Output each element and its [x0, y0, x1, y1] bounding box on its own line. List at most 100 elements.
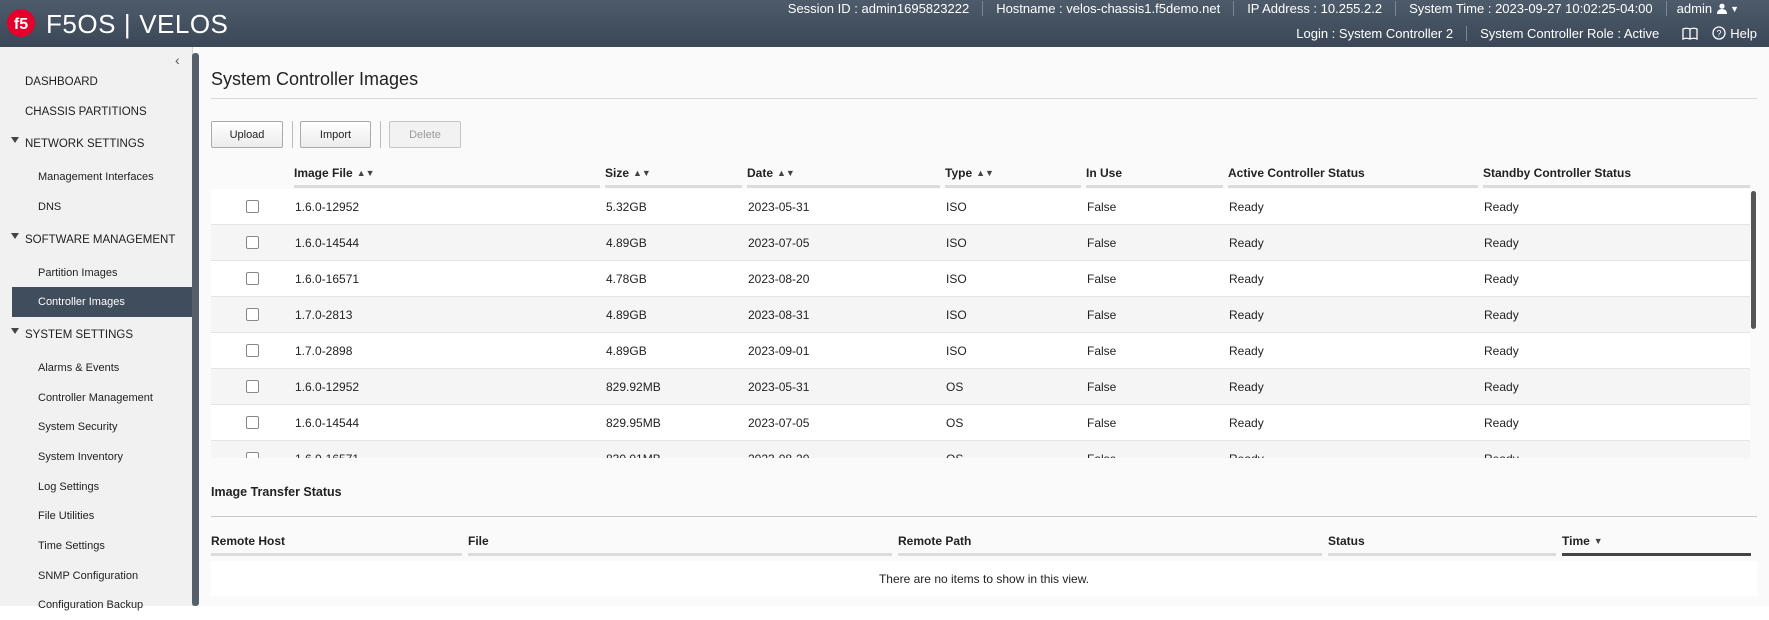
sidebar-item-time-settings[interactable]: Time Settings [0, 531, 192, 561]
header-status-row: Login : System Controller 2 System Contr… [1283, 22, 1769, 44]
column-header-standby-status: Standby Controller Status [1483, 158, 1755, 188]
column-header-type[interactable]: Type ▲▼ [945, 158, 1086, 188]
product-brand: F5OS | VELOS [46, 9, 228, 40]
brand-separator: | [123, 9, 132, 39]
sidebar-section-system-settings[interactable]: SYSTEM SETTINGS [0, 317, 192, 353]
help-link[interactable]: ? Help [1708, 26, 1769, 41]
sidebar-item-controller-management[interactable]: Controller Management [0, 383, 192, 413]
sidebar-item-system-security[interactable]: System Security [0, 413, 192, 443]
sidebar-item-chassis-partitions[interactable]: CHASSIS PARTITIONS [0, 97, 192, 127]
sidebar-item-label: Controller Management [38, 391, 153, 404]
sidebar-item-system-inventory[interactable]: System Inventory [0, 442, 192, 472]
cell-in-use: False [1087, 379, 1117, 394]
user-icon [1717, 3, 1728, 14]
cell-in-use: False [1087, 441, 1116, 459]
sidebar-item-label: Partition Images [38, 266, 118, 279]
row-checkbox[interactable] [246, 452, 259, 458]
column-header-in-use: In Use [1086, 158, 1228, 188]
column-header-size[interactable]: Size ▲▼ [605, 158, 747, 188]
sidebar-item-log-settings[interactable]: Log Settings [0, 472, 192, 502]
sidebar-item-dns[interactable]: DNS [0, 192, 192, 222]
cell-standby-status: Ready [1484, 199, 1519, 214]
sidebar-item-partition-images[interactable]: Partition Images [0, 258, 192, 288]
sidebar-item-alarms-events[interactable]: Alarms & Events [0, 353, 192, 383]
sidebar-item-management-interfaces[interactable]: Management Interfaces [0, 162, 192, 192]
sidebar-item-controller-images[interactable]: Controller Images [12, 287, 192, 318]
sidebar-item-snmp-configuration[interactable]: SNMP Configuration [0, 561, 192, 591]
column-header-date[interactable]: Date ▲▼ [747, 158, 945, 188]
column-header-remote-path[interactable]: Remote Path [898, 526, 1328, 556]
svg-text:f5: f5 [14, 16, 28, 33]
help-label: Help [1730, 25, 1757, 41]
cell-standby-status: Ready [1484, 441, 1519, 459]
page-title: System Controller Images [211, 69, 419, 89]
cell-date: 2023-08-20 [748, 271, 810, 286]
row-checkbox[interactable] [246, 380, 259, 393]
row-checkbox[interactable] [246, 272, 259, 285]
images-table-header: Image File ▲▼ Size ▲▼ Date ▲▼ Type ▲▼ In Use… [211, 158, 1755, 188]
cell-image-file: 1.7.0-2898 [295, 343, 353, 358]
row-checkbox[interactable] [246, 200, 259, 213]
cell-date: 2023-09-01 [748, 343, 810, 358]
column-label: Remote Path [898, 534, 972, 548]
cell-active-status: Ready [1229, 441, 1264, 459]
cell-active-status: Ready [1229, 199, 1264, 214]
cell-size: 4.78GB [606, 271, 647, 286]
sidebar-item-label: SNMP Configuration [38, 569, 139, 582]
sidebar-item-label: Alarms & Events [38, 361, 120, 374]
sidebar-section-network-settings[interactable]: NETWORK SETTINGS [0, 126, 192, 162]
column-header-remote-host[interactable]: Remote Host [211, 526, 468, 556]
table-scrollbar[interactable] [1750, 189, 1757, 458]
column-header-image-file[interactable]: Image File ▲▼ [294, 158, 605, 188]
import-button[interactable]: Import [300, 121, 371, 148]
user-menu[interactable]: admin ▼ [1667, 1, 1769, 16]
sidebar-item-label: DNS [38, 200, 62, 213]
collapse-sidebar-icon[interactable]: ‹ [175, 52, 180, 68]
controller-role: System Controller Role : Active [1480, 25, 1660, 41]
triangle-down-icon [11, 137, 19, 144]
cell-in-use: False [1087, 271, 1117, 286]
cell-active-status: Ready [1229, 415, 1264, 430]
sidebar-item-configuration-backup[interactable]: Configuration Backup [0, 591, 192, 620]
documentation-book-icon[interactable] [1672, 27, 1708, 40]
toolbar-divider [292, 121, 293, 148]
table-row: 1.6.0-16571 4.78GB 2023-08-20 ISO False … [211, 261, 1755, 297]
row-checkbox[interactable] [246, 344, 259, 357]
top-header: f5 F5OS | VELOS Session ID : admin16958232… [0, 0, 1769, 47]
cell-date: 2023-08-31 [748, 307, 810, 322]
row-checkbox[interactable] [246, 416, 259, 429]
sidebar-item-dashboard[interactable]: DASHBOARD [0, 67, 192, 97]
column-header-status[interactable]: Status [1328, 526, 1562, 556]
sidebar-splitter[interactable] [192, 53, 199, 606]
chevron-down-icon: ▼ [1730, 3, 1739, 14]
sidebar-item-file-utilities[interactable]: File Utilities [0, 502, 192, 532]
brand-name: F5OS [46, 9, 116, 39]
sort-icon: ▲▼ [356, 168, 375, 178]
cell-type: OS [946, 441, 963, 459]
f5-logo-icon: f5 [7, 9, 35, 37]
upload-button[interactable]: Upload [211, 121, 283, 148]
cell-in-use: False [1087, 199, 1117, 214]
transfer-table-header: Remote Host File Remote Path Status Time… [211, 526, 1757, 556]
column-label: Date [747, 166, 774, 180]
row-checkbox[interactable] [246, 236, 259, 249]
column-label: Time [1562, 534, 1590, 548]
column-label: Image File [294, 166, 353, 180]
cell-active-status: Ready [1229, 235, 1264, 250]
column-header-file[interactable]: File [468, 526, 898, 556]
delete-button[interactable]: Delete [389, 121, 461, 148]
cell-size: 830.01MB [606, 441, 661, 459]
cell-size: 4.89GB [606, 235, 647, 250]
cell-image-file: 1.6.0-16571 [295, 271, 360, 286]
column-label: Active Controller Status [1228, 166, 1365, 180]
sidebar-section-software-management[interactable]: SOFTWARE MANAGEMENT [0, 222, 192, 258]
row-checkbox[interactable] [246, 308, 259, 321]
sidebar-item-label: Log Settings [38, 480, 100, 493]
sort-icon: ▲▼ [633, 168, 651, 178]
sidebar-item-label: SOFTWARE MANAGEMENT [25, 233, 176, 246]
cell-standby-status: Ready [1484, 415, 1519, 430]
column-header-time[interactable]: Time ▼ [1562, 526, 1757, 556]
sidebar-item-label: SYSTEM SETTINGS [25, 329, 133, 342]
cell-date: 2023-05-31 [748, 199, 810, 214]
scrollbar-thumb[interactable] [1751, 191, 1756, 329]
